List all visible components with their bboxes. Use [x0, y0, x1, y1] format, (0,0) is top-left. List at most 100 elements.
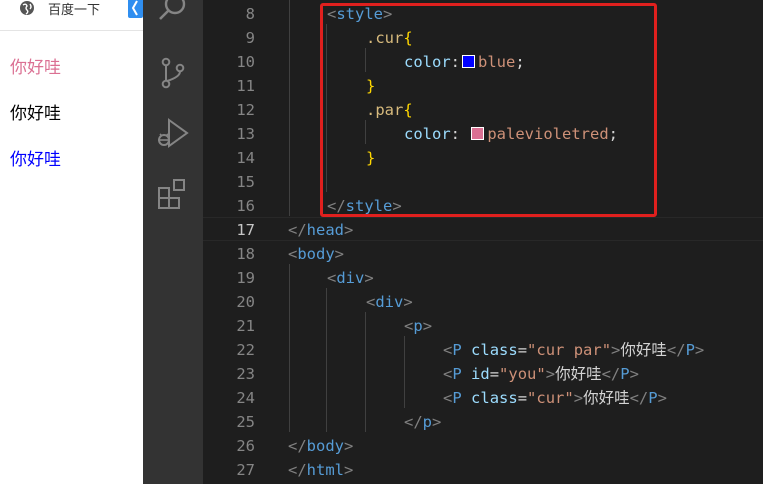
- code-line: <p>: [404, 314, 432, 338]
- line-number: 13: [236, 125, 255, 143]
- code-token: <: [366, 293, 376, 311]
- code-token: <: [288, 245, 298, 263]
- line-number: 11: [236, 77, 255, 95]
- code-token: >: [657, 389, 667, 407]
- code-token: 你好哇: [620, 341, 667, 359]
- code-token: <: [327, 269, 337, 287]
- code-token: P: [620, 365, 630, 383]
- code-token: P: [452, 365, 462, 383]
- code-token: </: [666, 341, 686, 359]
- line-number: 8: [245, 5, 255, 23]
- code-token: <: [404, 317, 414, 335]
- code-token: P: [452, 341, 462, 359]
- indent-guide: [326, 288, 327, 432]
- code-token: >: [545, 365, 556, 383]
- code-token: html: [306, 461, 344, 479]
- code-token: p: [422, 413, 433, 431]
- line-number: 10: [236, 53, 255, 71]
- code-token: >: [422, 317, 433, 335]
- code-token: >: [364, 269, 374, 287]
- bookmarks-bar: 百度一下: [0, 0, 143, 31]
- extension-icon[interactable]: [128, 0, 143, 18]
- code-token: "you": [499, 365, 546, 383]
- line-number: 14: [236, 149, 255, 167]
- code-editor[interactable]: 8 <style> 9 .cur{ 10 color: blue; 11 } 12…: [203, 0, 763, 484]
- code-token: 你好哇: [555, 365, 602, 383]
- code-token: >: [344, 461, 354, 479]
- code-token: <: [443, 341, 453, 359]
- code-token: body: [297, 245, 335, 263]
- code-token: =: [517, 341, 528, 359]
- code-line: </html>: [288, 458, 353, 482]
- code-line: </head>: [288, 218, 353, 242]
- code-token: class: [471, 341, 518, 359]
- code-token: </: [601, 365, 621, 383]
- code-token: </: [288, 437, 307, 455]
- code-token: </: [629, 389, 649, 407]
- line-number: 21: [236, 317, 255, 335]
- preview-text-cur-par: 你好哇: [10, 58, 61, 78]
- line-number: 23: [236, 365, 255, 383]
- source-control-icon[interactable]: [156, 56, 190, 90]
- bookmark-baidu[interactable]: 百度一下: [48, 0, 100, 18]
- line-number: 9: [245, 29, 255, 47]
- code-token: div: [336, 269, 365, 287]
- current-line-highlight: [203, 217, 763, 241]
- code-token: >: [344, 221, 354, 239]
- extensions-icon[interactable]: [156, 176, 190, 210]
- code-token: "cur par": [527, 341, 612, 359]
- indent-guide: [289, 264, 290, 432]
- code-line: <P class="cur">你好哇</P>: [443, 386, 667, 410]
- code-token: </: [288, 221, 307, 239]
- code-token: >: [334, 245, 345, 263]
- globe-icon: [20, 1, 34, 15]
- code-token: div: [375, 293, 404, 311]
- code-token: id: [471, 365, 490, 383]
- code-token: <: [443, 389, 453, 407]
- code-line: </p>: [404, 410, 441, 434]
- code-token: "cur": [527, 389, 574, 407]
- line-number: 17: [236, 221, 255, 239]
- code-token: </: [404, 413, 423, 431]
- code-line: </body>: [288, 434, 353, 458]
- code-line: <body>: [288, 242, 344, 266]
- code-line: <P class="cur par">你好哇</P>: [443, 338, 704, 362]
- line-number: 22: [236, 341, 255, 359]
- code-token: p: [413, 317, 423, 335]
- line-number: 16: [236, 197, 255, 215]
- code-token: =: [489, 365, 500, 383]
- code-line: <P id="you">你好哇</P>: [443, 362, 639, 386]
- code-token: class: [471, 389, 518, 407]
- code-token: </: [288, 461, 307, 479]
- code-token: >: [629, 365, 639, 383]
- line-number: 26: [236, 437, 255, 455]
- run-debug-icon[interactable]: [156, 116, 190, 150]
- line-number: 24: [236, 389, 255, 407]
- line-number: 12: [236, 101, 255, 119]
- code-token: body: [306, 437, 344, 455]
- search-icon[interactable]: [156, 0, 190, 26]
- code-token: P: [648, 389, 658, 407]
- code-token: >: [611, 341, 621, 359]
- code-token: >: [432, 413, 442, 431]
- red-annotation-box: [320, 3, 657, 217]
- code-token: head: [306, 221, 344, 239]
- code-token: P: [685, 341, 695, 359]
- code-token: >: [344, 437, 354, 455]
- indent-guide: [289, 0, 290, 216]
- code-token: 你好哇: [583, 389, 630, 407]
- indent-guide: [365, 312, 366, 432]
- code-token: <: [443, 365, 453, 383]
- line-number: 18: [236, 245, 255, 263]
- code-token: P: [452, 389, 462, 407]
- line-number: 27: [236, 461, 255, 479]
- browser-preview: 百度一下 你好哇 你好哇 你好哇: [0, 0, 143, 484]
- code-token: =: [517, 389, 528, 407]
- code-line: <div>: [366, 290, 413, 314]
- code-token: >: [403, 293, 413, 311]
- line-number: 19: [236, 269, 255, 287]
- preview-text-you: 你好哇: [10, 104, 61, 124]
